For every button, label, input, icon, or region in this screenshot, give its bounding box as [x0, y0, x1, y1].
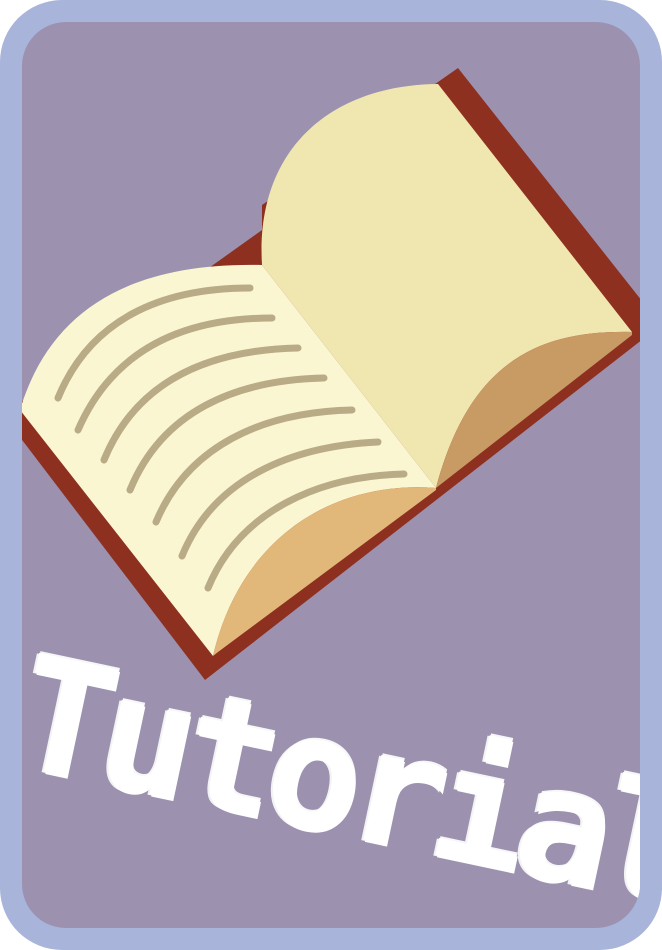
tutorial-card-panel: Tutorial	[22, 22, 640, 928]
tutorial-card[interactable]: Tutorial	[0, 0, 662, 950]
